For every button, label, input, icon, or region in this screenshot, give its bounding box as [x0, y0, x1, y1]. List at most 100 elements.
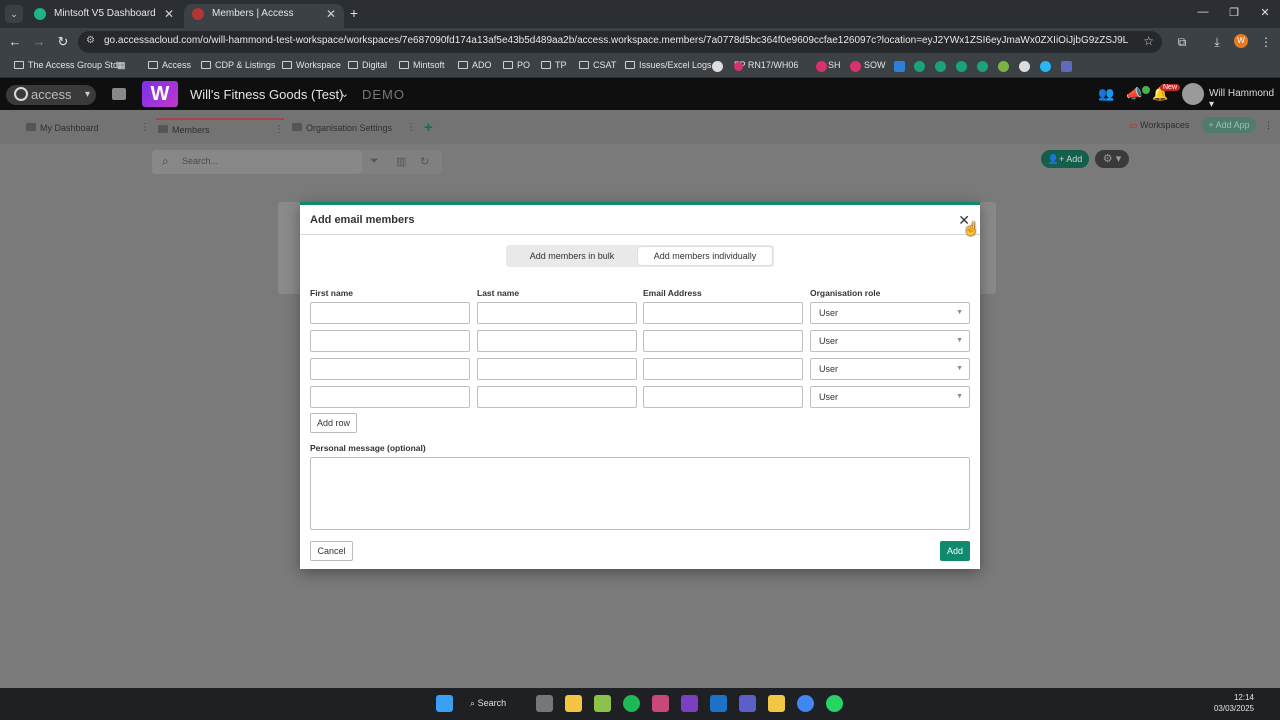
- reload-icon[interactable]: ↻: [55, 34, 71, 50]
- taskbar-search[interactable]: ⌕ Search: [470, 695, 520, 712]
- task-view-icon[interactable]: [536, 695, 553, 712]
- chrome-icon[interactable]: [797, 695, 814, 712]
- profile-avatar[interactable]: W: [1234, 34, 1248, 48]
- site-info-icon[interactable]: ⚙: [86, 35, 95, 46]
- restore-icon[interactable]: ❐: [1227, 6, 1241, 19]
- people-icon[interactable]: 👥: [1098, 87, 1114, 101]
- tab-organisation-settings[interactable]: Organisation Settings ⋮: [290, 118, 416, 138]
- bookmark-item[interactable]: FP RN17/WH06: [734, 60, 798, 70]
- bookmark-item[interactable]: The Access Group Std: [14, 60, 118, 70]
- last-name-field[interactable]: [477, 302, 637, 324]
- last-name-field[interactable]: [477, 386, 637, 408]
- bookmark-folder[interactable]: Workspace: [282, 60, 341, 70]
- bookmark-folder[interactable]: Issues/Excel Logs: [625, 60, 712, 70]
- workspace-chevron-down-icon[interactable]: ⌄: [340, 87, 349, 100]
- bookmark-folder[interactable]: ADO: [458, 60, 492, 70]
- address-bar[interactable]: ⚙ go.accessacloud.com/o/will-hammond-tes…: [78, 31, 1162, 53]
- more-icon[interactable]: ⋮: [274, 120, 284, 140]
- refresh-icon[interactable]: ↻: [420, 155, 429, 168]
- back-icon[interactable]: ←: [7, 34, 23, 50]
- bookmark-favicon-icon[interactable]: [894, 61, 905, 72]
- columns-icon[interactable]: ▥: [396, 155, 406, 168]
- tab-add-individually[interactable]: Add members individually: [638, 247, 772, 265]
- email-field[interactable]: [643, 386, 803, 408]
- layers-app-icon[interactable]: [594, 695, 611, 712]
- add-tab-icon[interactable]: +: [424, 119, 433, 136]
- bookmark-item[interactable]: SOW: [864, 60, 886, 70]
- bookmark-star-icon[interactable]: ☆: [1143, 34, 1154, 48]
- more-icon[interactable]: ⋮: [140, 118, 150, 138]
- forward-icon[interactable]: →: [31, 34, 47, 50]
- bookmark-favicon-icon[interactable]: [1040, 61, 1051, 72]
- bookmark-favicon-icon[interactable]: [977, 61, 988, 72]
- download-icon[interactable]: ⤓: [1209, 34, 1225, 50]
- extensions-icon[interactable]: ⧉: [1174, 34, 1190, 50]
- first-name-field[interactable]: [310, 330, 470, 352]
- bookmark-folder[interactable]: TP: [541, 60, 567, 70]
- spotify-icon[interactable]: [623, 695, 640, 712]
- role-select[interactable]: User ▼: [810, 386, 970, 408]
- avatar[interactable]: [1182, 83, 1204, 105]
- onenote-icon[interactable]: [681, 695, 698, 712]
- role-select[interactable]: User ▼: [810, 302, 970, 324]
- window-close-icon[interactable]: ✕: [1258, 6, 1272, 19]
- bookmark-folder[interactable]: CDP & Listings: [201, 60, 275, 70]
- minimize-icon[interactable]: —: [1196, 6, 1210, 18]
- last-name-field[interactable]: [477, 358, 637, 380]
- email-field[interactable]: [643, 358, 803, 380]
- personal-message-textarea[interactable]: [310, 457, 970, 530]
- megaphone-icon[interactable]: 📣: [1126, 87, 1142, 101]
- filter-icon[interactable]: ⏷: [370, 155, 379, 168]
- close-tab-icon[interactable]: ✕: [326, 4, 336, 24]
- whatsapp-icon[interactable]: [826, 695, 843, 712]
- add-row-button[interactable]: Add row: [310, 413, 357, 433]
- access-product-switcher[interactable]: access ▾: [6, 85, 96, 105]
- bookmark-favicon-icon[interactable]: [712, 61, 723, 72]
- bookmark-folder[interactable]: PO: [503, 60, 530, 70]
- browser-tab-mintsoft[interactable]: Mintsoft V5 Dashboard ✕: [26, 4, 182, 28]
- workspaces-link[interactable]: ▭ Workspaces: [1129, 120, 1189, 131]
- bookmark-favicon-icon[interactable]: [1019, 61, 1030, 72]
- bookmark-favicon-icon[interactable]: [935, 61, 946, 72]
- apps-grid-icon[interactable]: ▦: [117, 60, 126, 71]
- url-text[interactable]: go.accessacloud.com/o/will-hammond-test-…: [104, 35, 1128, 46]
- add-app-button[interactable]: + Add App: [1202, 117, 1256, 133]
- teams-icon[interactable]: [739, 695, 756, 712]
- bookmark-favicon-icon[interactable]: [1061, 61, 1072, 72]
- role-select[interactable]: User ▼: [810, 358, 970, 380]
- first-name-field[interactable]: [310, 302, 470, 324]
- bookmark-folder[interactable]: Mintsoft: [399, 60, 445, 70]
- bookmark-folder[interactable]: Access: [148, 60, 191, 70]
- browser-tab-members[interactable]: Members | Access Workspace ✕: [184, 4, 344, 39]
- workspace-name[interactable]: Will's Fitness Goods (Test): [190, 87, 343, 102]
- recording-app-icon[interactable]: [652, 695, 669, 712]
- user-menu[interactable]: Will Hammond ▾: [1209, 88, 1280, 110]
- last-name-field[interactable]: [477, 330, 637, 352]
- photo-icon[interactable]: [112, 88, 126, 100]
- role-select[interactable]: User ▼: [810, 330, 970, 352]
- email-field[interactable]: [643, 330, 803, 352]
- sticky-notes-icon[interactable]: [565, 695, 582, 712]
- first-name-field[interactable]: [310, 386, 470, 408]
- add-members-submit-button[interactable]: Add: [940, 541, 970, 561]
- outlook-icon[interactable]: [710, 695, 727, 712]
- windows-start-icon[interactable]: [436, 695, 453, 712]
- cancel-button[interactable]: Cancel: [310, 541, 353, 561]
- add-member-button[interactable]: 👤+ Add: [1041, 150, 1089, 168]
- new-tab-button[interactable]: +: [346, 5, 362, 21]
- file-explorer-icon[interactable]: [768, 695, 785, 712]
- more-icon[interactable]: ⋮: [406, 118, 416, 138]
- bookmark-favicon-icon[interactable]: [956, 61, 967, 72]
- bookmark-item[interactable]: SH: [828, 60, 841, 70]
- tab-search-button[interactable]: ⌄: [5, 5, 23, 23]
- members-search[interactable]: ⌕ Search...: [152, 150, 362, 174]
- email-field[interactable]: [643, 302, 803, 324]
- bookmark-favicon-icon[interactable]: [914, 61, 925, 72]
- bookmark-folder[interactable]: CSAT: [579, 60, 616, 70]
- more-icon[interactable]: ⋮: [1264, 120, 1273, 131]
- close-tab-icon[interactable]: ✕: [164, 4, 174, 24]
- browser-menu-icon[interactable]: ⋮: [1258, 34, 1274, 50]
- bookmark-folder[interactable]: Digital: [348, 60, 387, 70]
- tab-members[interactable]: Members ⋮: [156, 118, 284, 138]
- settings-dropdown-button[interactable]: ⚙ ▾: [1095, 150, 1129, 168]
